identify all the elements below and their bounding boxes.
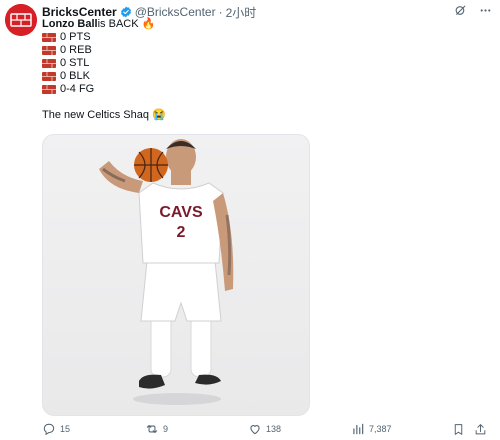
brick-icon xyxy=(42,33,56,42)
user-handle[interactable]: @BricksCenter xyxy=(135,5,216,19)
stat-text: 0 BLK xyxy=(60,70,90,82)
tweet-line: Lonzo Ball is BACK 🔥 xyxy=(42,18,482,31)
stat-line: 0 PTS xyxy=(42,31,482,44)
retweet-count: 9 xyxy=(163,424,169,434)
stat-line: 0 BLK xyxy=(42,70,482,83)
more-options-icon[interactable] xyxy=(479,4,492,17)
share-button[interactable] xyxy=(474,423,487,436)
header-actions xyxy=(454,4,492,17)
retweet-button[interactable]: 9 xyxy=(145,422,168,436)
reply-button[interactable]: 15 xyxy=(42,422,70,436)
tweet-photo[interactable]: CAVS 2 xyxy=(42,134,310,416)
views-button[interactable]: 7,387 xyxy=(351,422,392,436)
display-name[interactable]: BricksCenter xyxy=(42,5,117,19)
brick-icon xyxy=(42,59,56,68)
header-separator: · xyxy=(218,5,223,19)
bookmark-icon xyxy=(454,423,463,435)
views-chart-icon xyxy=(353,423,364,435)
jersey-team-text: CAVS xyxy=(159,204,203,221)
brick-icon xyxy=(42,85,56,94)
heart-icon xyxy=(250,425,260,435)
reply-icon xyxy=(43,423,55,436)
tweet: BricksCenter @BricksCenter · 2小时 Lonzo B… xyxy=(0,0,500,440)
like-count: 138 xyxy=(266,424,282,434)
tweet-actions: 15 9 138 7,387 xyxy=(42,420,490,438)
bricks-center-logo xyxy=(5,4,37,36)
player-photo-illustration: CAVS 2 xyxy=(99,139,234,405)
stat-line: 0 STL xyxy=(42,57,482,70)
bookmark-button[interactable] xyxy=(452,423,465,436)
stat-text: 0 PTS xyxy=(60,31,91,43)
share-icon xyxy=(475,423,486,434)
stat-text: 0 REB xyxy=(60,44,92,56)
jersey-number-text: 2 xyxy=(177,224,186,241)
avatar[interactable] xyxy=(5,4,37,36)
tweet-line-text: The new Celtics Shaq 😭 xyxy=(42,109,166,121)
tweet-text: Lonzo Ball is BACK 🔥 0 PTS 0 REB 0 STL 0… xyxy=(42,18,482,122)
view-count: 7,387 xyxy=(369,424,392,434)
brick-icon xyxy=(42,46,56,55)
stat-text: 0 STL xyxy=(60,57,90,69)
grok-icon[interactable] xyxy=(454,4,467,17)
verified-badge-icon xyxy=(120,6,132,18)
tweet-player-name: Lonzo Ball xyxy=(42,18,98,30)
stat-text: 0-4 FG xyxy=(60,83,95,95)
stat-line: 0-4 FG xyxy=(42,83,482,96)
tweet-line-text: is BACK 🔥 xyxy=(97,18,156,30)
reply-count: 15 xyxy=(60,424,71,434)
like-button[interactable]: 138 xyxy=(248,422,281,436)
tweet-line: The new Celtics Shaq 😭 xyxy=(42,109,482,122)
retweet-icon xyxy=(146,424,158,434)
brick-icon xyxy=(42,72,56,81)
stat-line: 0 REB xyxy=(42,44,482,57)
